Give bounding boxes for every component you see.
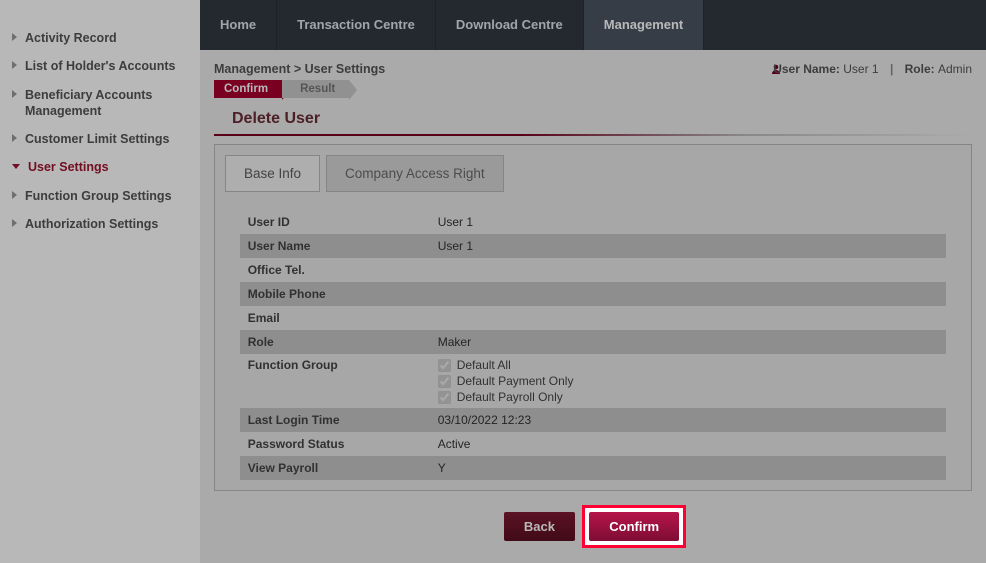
row-email: Email (240, 306, 947, 330)
label-password-status: Password Status (240, 432, 430, 456)
fg-item-default-payroll: Default Payroll Only (438, 390, 939, 404)
value-function-group: Default All Default Payment Only Default… (430, 354, 947, 408)
tabs: Base Info Company Access Right (225, 155, 961, 192)
row-mobile-phone: Mobile Phone (240, 282, 947, 306)
nav-label: Home (220, 17, 256, 33)
title-underline (214, 134, 972, 136)
sidebar-item-label: Activity Record (25, 30, 117, 46)
sidebar-item-function-group[interactable]: Function Group Settings (8, 182, 192, 210)
row-role: RoleMaker (240, 330, 947, 354)
label-role: Role (240, 330, 430, 354)
label-office-tel: Office Tel. (240, 258, 430, 282)
page-title: Delete User (214, 104, 972, 134)
nav-management[interactable]: Management (584, 0, 704, 50)
value-user-id: User 1 (430, 210, 947, 234)
triangle-icon (12, 219, 17, 227)
fg-item-default-all: Default All (438, 358, 939, 372)
role-value: Admin (938, 62, 972, 76)
triangle-icon (12, 191, 17, 199)
label-email: Email (240, 306, 430, 330)
triangle-icon (12, 33, 17, 41)
fg-item-default-payment: Default Payment Only (438, 374, 939, 388)
nav-label: Download Centre (456, 17, 563, 33)
role-label: Role: (905, 62, 935, 76)
value-email (430, 306, 947, 330)
nav-label: Transaction Centre (297, 17, 415, 33)
label-user-id: User ID (240, 210, 430, 234)
triangle-down-icon (12, 164, 20, 169)
tab-company-access-right[interactable]: Company Access Right (326, 155, 504, 192)
button-row: Back Confirm (214, 491, 972, 548)
nav-spacer (704, 0, 986, 50)
label-user-name: User Name (240, 234, 430, 258)
info-table: User IDUser 1 User NameUser 1 Office Tel… (240, 210, 947, 480)
value-view-payroll: Y (430, 456, 947, 480)
sidebar-item-label: User Settings (28, 159, 109, 175)
sidebar-item-label: Authorization Settings (25, 216, 158, 232)
sidebar-item-customer-limit[interactable]: Customer Limit Settings (8, 125, 192, 153)
row-last-login: Last Login Time03/10/2022 12:23 (240, 408, 947, 432)
fg-label: Default Payment Only (457, 374, 574, 388)
breadcrumb: Management > User Settings (214, 62, 385, 76)
value-office-tel (430, 258, 947, 282)
row-view-payroll: View PayrollY (240, 456, 947, 480)
label-view-payroll: View Payroll (240, 456, 430, 480)
row-function-group: Function Group Default All Default Payme… (240, 354, 947, 408)
nav-label: Management (604, 17, 683, 33)
label-function-group: Function Group (240, 354, 430, 408)
triangle-icon (12, 90, 17, 98)
back-button[interactable]: Back (504, 512, 575, 541)
sidebar-item-authorization[interactable]: Authorization Settings (8, 210, 192, 238)
sidebar-item-user-settings[interactable]: User Settings (8, 153, 192, 181)
sidebar-item-label: Customer Limit Settings (25, 131, 169, 147)
triangle-icon (12, 134, 17, 142)
value-last-login: 03/10/2022 12:23 (430, 408, 947, 432)
value-password-status: Active (430, 432, 947, 456)
row-user-name: User NameUser 1 (240, 234, 947, 258)
fg-label: Default Payroll Only (457, 390, 563, 404)
sidebar-item-holder-accounts[interactable]: List of Holder's Accounts (8, 52, 192, 80)
wizard-step-confirm: Confirm (214, 80, 282, 98)
confirm-highlight: Confirm (582, 505, 686, 548)
confirm-button[interactable]: Confirm (589, 512, 679, 541)
sidebar-item-activity-record[interactable]: Activity Record (8, 24, 192, 52)
nav-transaction-centre[interactable]: Transaction Centre (277, 0, 436, 50)
sidebar-item-label: Beneficiary Accounts Management (25, 87, 188, 120)
fg-checkbox-default-payment (438, 375, 451, 388)
wizard-step-result: Result (282, 80, 349, 98)
nav-download-centre[interactable]: Download Centre (436, 0, 584, 50)
triangle-icon (12, 61, 17, 69)
user-name-value: User 1 (843, 62, 878, 76)
wizard-steps: Confirm Result (214, 80, 972, 98)
fg-checkbox-default-all (438, 359, 451, 372)
top-nav: Home Transaction Centre Download Centre … (200, 0, 986, 50)
row-office-tel: Office Tel. (240, 258, 947, 282)
sidebar-item-beneficiary-accounts[interactable]: Beneficiary Accounts Management (8, 81, 192, 126)
row-password-status: Password StatusActive (240, 432, 947, 456)
sidebar-item-label: Function Group Settings (25, 188, 172, 204)
meta-separator: | (890, 62, 893, 76)
value-role: Maker (430, 330, 947, 354)
fg-checkbox-default-payroll (438, 391, 451, 404)
label-mobile-phone: Mobile Phone (240, 282, 430, 306)
sidebar-item-label: List of Holder's Accounts (25, 58, 175, 74)
panel: Base Info Company Access Right User IDUs… (214, 144, 972, 491)
label-last-login: Last Login Time (240, 408, 430, 432)
row-user-id: User IDUser 1 (240, 210, 947, 234)
value-mobile-phone (430, 282, 947, 306)
sidebar: Activity Record List of Holder's Account… (0, 0, 200, 563)
header-meta: User Name: User 1 | Role: Admin (770, 62, 972, 76)
tab-base-info[interactable]: Base Info (225, 155, 320, 192)
value-user-name: User 1 (430, 234, 947, 258)
nav-home[interactable]: Home (200, 0, 277, 50)
fg-label: Default All (457, 358, 511, 372)
user-name-label: User Name: (773, 62, 840, 76)
